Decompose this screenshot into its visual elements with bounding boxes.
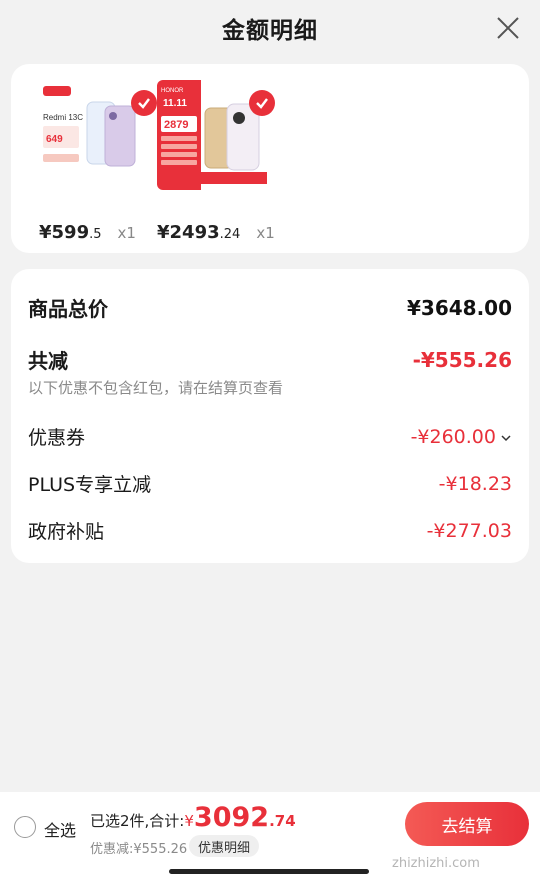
- checkout-button[interactable]: 去结算: [405, 802, 529, 846]
- price-summary-card: 商品总价 ¥3648.00 共减 -¥555.26 以下优惠不包含红包，请在结算…: [11, 269, 529, 563]
- product-price: ¥599.5: [39, 222, 102, 243]
- coupon-value-wrap: -¥260.00: [411, 426, 512, 448]
- page-header: 金额明细: [0, 0, 540, 56]
- selected-total: 已选2件,合计: ¥ 3092 .74: [90, 802, 296, 833]
- subsidy-label: 政府补贴: [28, 521, 105, 543]
- product-item[interactable]: Redmi 13C 649 ¥599.5 x1: [39, 80, 159, 243]
- product-quantity: x1: [256, 224, 275, 242]
- svg-text:649: 649: [46, 134, 63, 145]
- coupon-row[interactable]: 优惠券 -¥260.00: [28, 423, 512, 450]
- total-reduce-row: 共减 -¥555.26: [28, 345, 512, 374]
- svg-text:2879: 2879: [164, 119, 188, 131]
- chevron-down-icon[interactable]: [500, 433, 512, 443]
- select-all-label[interactable]: 全选: [44, 817, 76, 841]
- total-price-row: 商品总价 ¥3648.00: [28, 293, 512, 322]
- product-price: ¥2493.24: [157, 222, 241, 243]
- total-reduce-value: -¥555.26: [412, 347, 512, 372]
- subsidy-row: 政府补贴 -¥277.03: [28, 517, 512, 544]
- product-card: Redmi 13C 649 ¥599.5 x1 HONOR 11.11 2879…: [11, 64, 529, 253]
- plus-discount-label: PLUS专享立减: [28, 474, 152, 496]
- total-currency: ¥: [184, 812, 194, 830]
- discount-detail-button[interactable]: 优惠明细: [189, 835, 260, 857]
- checked-icon: [249, 90, 275, 116]
- total-amount: 3092: [193, 802, 270, 833]
- total-price-label: 商品总价: [28, 297, 108, 321]
- product-item[interactable]: HONOR 11.11 2879 ¥2493.24 x1: [157, 80, 277, 243]
- total-price-value: ¥3648.00: [406, 295, 512, 320]
- watermark: zhizhizhi.com: [392, 856, 480, 871]
- coupon-value: -¥260.00: [410, 425, 496, 448]
- close-icon[interactable]: [494, 14, 522, 42]
- plus-discount-row: PLUS专享立减 -¥18.23: [28, 470, 512, 497]
- page-title: 金额明细: [222, 18, 318, 44]
- home-indicator: [169, 869, 369, 874]
- total-reduce-label: 共减: [28, 349, 68, 373]
- discount-amount: 优惠减:¥555.26: [90, 842, 188, 857]
- discount-note: 以下优惠不包含红包，请在结算页查看: [28, 379, 284, 397]
- coupon-label: 优惠券: [28, 427, 86, 449]
- subsidy-value: -¥277.03: [426, 519, 512, 542]
- svg-text:HONOR: HONOR: [161, 88, 184, 94]
- checked-icon: [131, 90, 157, 116]
- plus-discount-value: -¥18.23: [438, 472, 512, 495]
- product-quantity: x1: [117, 224, 136, 242]
- selected-count-text: 已选2件,合计:: [90, 812, 185, 830]
- select-all-radio[interactable]: [14, 816, 36, 838]
- total-amount-decimal: .74: [269, 812, 296, 830]
- product-price-row: ¥2493.24 x1: [157, 222, 297, 243]
- svg-text:11.11: 11.11: [163, 98, 187, 109]
- svg-text:Redmi 13C: Redmi 13C: [43, 113, 83, 122]
